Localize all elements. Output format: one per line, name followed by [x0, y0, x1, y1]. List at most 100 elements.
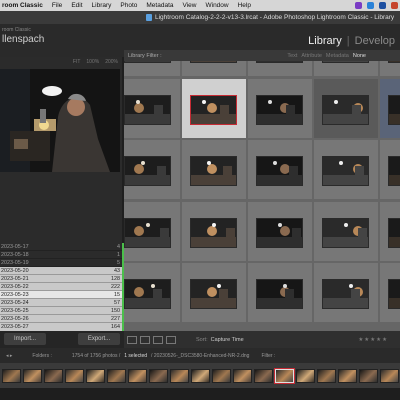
grid-cell[interactable] — [248, 263, 312, 322]
grid-cell[interactable] — [380, 61, 400, 76]
filmstrip-thumbnail[interactable] — [254, 368, 273, 383]
filmstrip-thumbnail[interactable] — [65, 368, 84, 383]
module-develop[interactable]: Develop — [350, 35, 400, 47]
grid-cell[interactable] — [380, 140, 400, 199]
filmstrip-source[interactable]: Folders : — [32, 353, 51, 359]
navigator-preview[interactable] — [0, 69, 120, 172]
menu-view[interactable]: View — [183, 2, 197, 9]
filmstrip-thumbnail[interactable] — [338, 368, 357, 383]
date-row[interactable]: 2023-05-18 1 — [0, 251, 124, 260]
grid-cell[interactable] — [124, 140, 180, 199]
navigator-option-200[interactable]: 200% — [105, 59, 118, 65]
grid-cell[interactable] — [314, 61, 378, 76]
grid-cell[interactable] — [314, 140, 378, 199]
navigator-option-100[interactable]: 100% — [86, 59, 99, 65]
grid-cell[interactable] — [124, 201, 180, 261]
grid-cell[interactable] — [182, 140, 246, 199]
photo-thumbnail — [388, 94, 400, 125]
filmstrip-thumbnail[interactable] — [107, 368, 126, 383]
photo-thumbnail — [322, 61, 369, 63]
module-library[interactable]: Library — [303, 35, 347, 47]
menu-window[interactable]: Window — [205, 2, 228, 9]
filmstrip-thumbnail[interactable] — [317, 368, 336, 383]
filmstrip-thumbnail[interactable] — [274, 367, 295, 384]
photo-thumbnail — [388, 156, 400, 186]
date-count: 4 — [117, 243, 120, 250]
grid-cell[interactable] — [124, 263, 180, 322]
grid-cell[interactable] — [314, 201, 378, 261]
photo-thumbnail — [322, 156, 369, 186]
loupe-view-icon[interactable] — [140, 335, 150, 344]
filter-tab-attribute[interactable]: Attribute — [301, 53, 321, 59]
filmstrip-thumbnail[interactable] — [380, 368, 399, 383]
date-row[interactable]: 2023-05-24 57 — [0, 299, 124, 308]
date-row[interactable]: 2023-05-21 128 — [0, 275, 124, 284]
filmstrip-thumbnail[interactable] — [44, 368, 63, 383]
date-row[interactable]: 2023-05-25 150 — [0, 307, 124, 316]
import-button[interactable]: Import... — [4, 333, 46, 345]
grid-cell[interactable] — [182, 263, 246, 322]
grid-cell[interactable] — [314, 263, 378, 322]
filter-tab-none[interactable]: None — [353, 53, 366, 59]
menu-library[interactable]: Library — [92, 2, 112, 9]
date-row[interactable]: 2023-05-17 4 — [0, 243, 124, 252]
dropbox-icon[interactable] — [367, 2, 374, 9]
date-count: 1 — [117, 251, 120, 258]
grid-cell[interactable] — [182, 78, 246, 138]
grid-cell[interactable] — [248, 201, 312, 261]
grid-cell[interactable] — [380, 78, 400, 138]
menu-app-name[interactable]: room Classic — [2, 2, 43, 9]
grid-cell[interactable] — [380, 263, 400, 322]
filmstrip[interactable] — [0, 363, 400, 388]
filmstrip-thumbnail[interactable] — [2, 368, 21, 383]
grid-cell[interactable] — [248, 61, 312, 76]
menu-metadata[interactable]: Metadata — [146, 2, 173, 9]
filmstrip-nav-icon[interactable]: ◂ ▸ — [6, 353, 12, 359]
chat-icon[interactable] — [379, 2, 386, 9]
date-row[interactable]: 2023-05-23 15 — [0, 291, 124, 300]
filmstrip-thumbnail[interactable] — [170, 368, 189, 383]
date-row[interactable]: 2023-05-20 43 — [0, 267, 124, 276]
filmstrip-thumbnail[interactable] — [128, 368, 147, 383]
filter-tab-metadata[interactable]: Metadata — [326, 53, 349, 59]
filmstrip-thumbnail[interactable] — [86, 368, 105, 383]
navigator-option-fit[interactable]: FIT — [73, 59, 81, 65]
grid-cell[interactable] — [248, 78, 312, 138]
rating-stars[interactable]: ★★★★★ — [358, 337, 388, 343]
grid-cell[interactable] — [124, 61, 180, 76]
filmstrip-thumbnail[interactable] — [23, 368, 42, 383]
date-row[interactable]: 2023-05-26 227 — [0, 315, 124, 324]
menu-photo[interactable]: Photo — [120, 2, 137, 9]
date-count: 15 — [114, 291, 120, 298]
date-label: 2023-05-20 — [1, 267, 29, 274]
status-app-icon[interactable] — [355, 2, 362, 9]
grid-cell[interactable] — [182, 61, 246, 76]
export-button[interactable]: Export... — [78, 333, 120, 345]
sort-dropdown[interactable]: Capture Time — [211, 337, 244, 343]
survey-view-icon[interactable] — [166, 335, 176, 344]
menu-edit[interactable]: Edit — [71, 2, 82, 9]
filmstrip-thumbnail[interactable] — [296, 368, 315, 383]
filter-tab-text[interactable]: Text — [287, 53, 297, 59]
grid-cell[interactable] — [314, 78, 378, 138]
date-label: 2023-05-22 — [1, 283, 29, 290]
grid-cell[interactable] — [124, 78, 180, 138]
date-row[interactable]: 2023-05-19 5 — [0, 259, 124, 268]
grid-view-icon[interactable] — [127, 335, 137, 344]
filmstrip-thumbnail[interactable] — [191, 368, 210, 383]
filmstrip-thumbnail[interactable] — [212, 368, 231, 383]
menu-help[interactable]: Help — [238, 2, 251, 9]
compare-view-icon[interactable] — [153, 335, 163, 344]
photo-grid[interactable] — [124, 61, 400, 331]
filmstrip-thumbnail[interactable] — [149, 368, 168, 383]
filmstrip-thumbnail[interactable] — [233, 368, 252, 383]
date-row[interactable]: 2023-05-22 222 — [0, 283, 124, 292]
menu-file[interactable]: File — [52, 2, 62, 9]
filmstrip-thumbnail[interactable] — [359, 368, 378, 383]
filmstrip-filter-label[interactable]: Filter : — [261, 353, 275, 359]
photo-thumbnail — [256, 61, 303, 63]
grid-cell[interactable] — [248, 140, 312, 199]
gmail-icon[interactable] — [391, 2, 398, 9]
grid-cell[interactable] — [182, 201, 246, 261]
grid-cell[interactable] — [380, 201, 400, 261]
